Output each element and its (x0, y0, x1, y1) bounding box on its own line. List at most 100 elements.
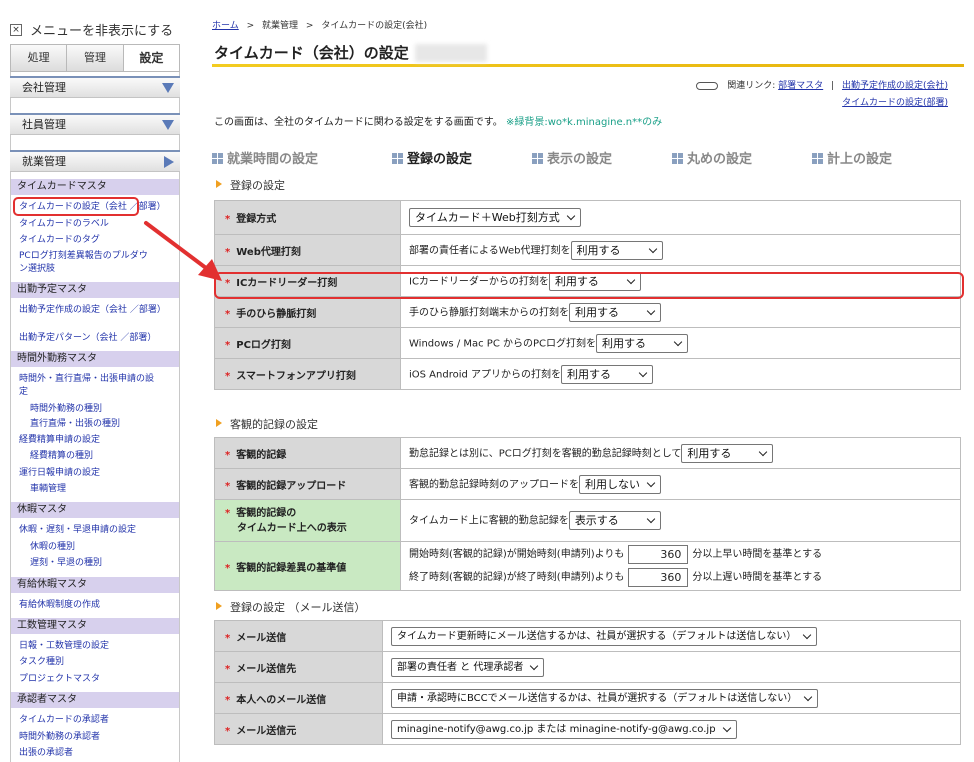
section-registration: 登録の設定 (216, 177, 285, 193)
link-task-type[interactable]: タスク種別 (19, 656, 64, 668)
row-description: 勤怠記録とは別に、PCログ打刻を客観的勤怠記録時刻として (409, 448, 682, 459)
grid-icon (672, 153, 683, 164)
tab-rounding[interactable]: 丸めの設定 (672, 148, 752, 167)
tab-settings[interactable]: 設定 (123, 45, 179, 71)
link-late-type[interactable]: 遅刻・早退の種別 (30, 557, 102, 569)
ic-card-highlight-box (214, 272, 964, 299)
mail-table: * メール送信 タイムカード更新時にメール送信するかは、社員が選択する（デフォルト… (214, 620, 961, 745)
hide-menu-toggle[interactable]: × メニューを非表示にする (10, 20, 173, 39)
link-dept-master[interactable]: 部署マスタ (778, 81, 823, 91)
chevron-right-icon (164, 156, 174, 168)
sidebar-highlight-box (13, 197, 139, 216)
sidebar-section-company[interactable]: 会社管理 (10, 76, 180, 98)
breadcrumb-home[interactable]: ホーム (212, 21, 239, 31)
tab-label: 登録の設定 (407, 152, 473, 167)
tab-work-hours[interactable]: 就業時間の設定 (212, 148, 318, 167)
grid-icon (812, 153, 823, 164)
table-row: * メール送信元 minagine-notify@awg.co.jp または mi… (214, 713, 961, 745)
hide-menu-label: メニューを非表示にする (30, 24, 174, 39)
mail-send-select[interactable]: タイムカード更新時にメール送信するかは、社員が選択する（デフォルトは送信しない） (391, 626, 818, 646)
link-expense-type[interactable]: 経費精算の種別 (30, 450, 93, 462)
row-value: 客観的勤怠記録時刻のアップロードを 利用しない (400, 468, 961, 500)
annotation-arrow-icon (144, 221, 222, 281)
objective-upload-select[interactable]: 利用しない (579, 474, 661, 494)
link-pclog-pulldown-cont[interactable]: ン選択肢 (19, 263, 55, 275)
page-title: タイムカード（会社）の設定 (214, 44, 409, 62)
link-trip-approver[interactable]: 出張の承認者 (19, 747, 73, 759)
link-overtime-type[interactable]: 時間外勤務の種別 (30, 403, 102, 415)
row-description: Windows / Mac PC からのPCログ打刻を (409, 338, 597, 349)
link-leave-type[interactable]: 休暇の種別 (30, 541, 75, 553)
mail-recipient-select[interactable]: 部署の責任者 と 代理承認者 (391, 657, 545, 677)
row-label-text: 登録方式 (236, 214, 277, 225)
row-value: 申請・承認時にBCCでメール送信するかは、社員が選択する（デフォルトは送信しない… (382, 682, 961, 714)
table-row: * Web代理打刻 部署の責任者によるWeb代理打刻を 利用する (214, 234, 961, 266)
grid-icon (392, 153, 403, 164)
link-vehicle[interactable]: 車輌管理 (30, 483, 66, 495)
tab-process[interactable]: 処理 (11, 45, 68, 71)
diff-start-input[interactable]: 360 (628, 544, 689, 564)
link-paid-system[interactable]: 有給休暇制度の作成 (19, 599, 100, 611)
tab-accounting[interactable]: 計上の設定 (812, 148, 892, 167)
group-approver-master: 承認者マスタ (11, 692, 179, 708)
self-mail-select[interactable]: 申請・承認時にBCCでメール送信するかは、社員が選択する（デフォルトは送信しない… (391, 688, 819, 708)
diff-start-text: 開始時刻(客観的記録)が開始時刻(申請列)よりも (409, 549, 625, 560)
row-value: 開始時刻(客観的記録)が開始時刻(申請列)よりも 360 分以上早い時間を基準とする… (400, 541, 961, 591)
table-row: * 手のひら静脈打刻 手のひら静脈打刻端末からの打刻を 利用する (214, 296, 961, 328)
link-ot-approver[interactable]: 時間外勤務の承認者 (19, 731, 100, 743)
row-label: * メール送信先 (214, 651, 383, 683)
link-overtime-setting[interactable]: 時間外・直行直帰・出張申請の設 (19, 373, 154, 385)
link-project-master[interactable]: プロジェクトマスタ (19, 673, 100, 685)
link-timecard-tag[interactable]: タイムカードのタグ (19, 234, 100, 246)
web-proxy-select[interactable]: 利用する (570, 240, 663, 260)
row-label: * Web代理打刻 (214, 234, 401, 266)
link-pclog-pulldown[interactable]: PCログ打刻差異報告のプルダウ (19, 250, 148, 262)
triangle-icon (216, 602, 222, 610)
link-schedule-setting[interactable]: 出勤予定作成の設定（会社 ／部署） (19, 304, 166, 316)
row-description: 客観的勤怠記録時刻のアップロードを (409, 479, 579, 490)
sidebar-section-label: 社員管理 (22, 118, 66, 131)
table-row: * PCログ打刻 Windows / Mac PC からのPCログ打刻を 利用する (214, 327, 961, 359)
mail-sender-select[interactable]: minagine-notify@awg.co.jp または minagine-n… (391, 719, 737, 739)
required-mark: * (225, 480, 231, 492)
row-label: * 客観的記録差異の基準値 (214, 541, 401, 591)
link-timecard-label[interactable]: タイムカードのラベル (19, 218, 109, 230)
link-direct-type[interactable]: 直行直帰・出張の種別 (30, 418, 120, 430)
row-label-text: スマートフォンアプリ打刻 (236, 370, 356, 382)
objective-display-select[interactable]: 表示する (568, 511, 661, 530)
objective-record-select[interactable]: 利用する (681, 443, 774, 463)
tab-manage[interactable]: 管理 (67, 45, 124, 71)
main-content: ホーム > 就業管理 > タイムカードの設定(会社) タイムカード（会社）の設定… (202, 0, 974, 762)
row-label-text: 客観的記録差異の基準値 (236, 562, 347, 574)
link-timecard-dept[interactable]: タイムカードの設定(部署) (842, 98, 948, 108)
table-row: * 客観的記録アップロード 客観的勤怠記録時刻のアップロードを 利用しない (214, 468, 961, 500)
table-row: * 客観的記録差異の基準値 開始時刻(客観的記録)が開始時刻(申請列)よりも 360… (214, 541, 961, 591)
palm-vein-select[interactable]: 利用する (569, 302, 661, 322)
diff-end-input[interactable]: 360 (628, 567, 689, 587)
intro-description: この画面は、全社のタイムカードに関わる設定をする画面です。 (214, 117, 503, 128)
redacted-company-name (415, 44, 487, 62)
smartphone-select[interactable]: 利用する (561, 364, 654, 384)
objective-table: * 客観的記録 勤怠記録とは別に、PCログ打刻を客観的勤怠記録時刻として 利用する … (214, 437, 961, 591)
link-overtime-setting-cont[interactable]: 定 (19, 386, 28, 398)
row-label-text: 本人へのメール送信 (236, 694, 327, 706)
link-schedule-company[interactable]: 出勤予定作成の設定(会社) (842, 81, 948, 91)
link-daily-setting[interactable]: 日報・工数管理の設定 (19, 640, 109, 652)
link-tc-approver[interactable]: タイムカードの承認者 (19, 714, 109, 726)
sidebar-section-employee[interactable]: 社員管理 (10, 113, 180, 135)
link-expense-setting[interactable]: 経費精算申請の設定 (19, 434, 100, 446)
row-label-text: 客観的記録アップロード (236, 480, 347, 492)
breadcrumb-attendance: 就業管理 (262, 21, 299, 31)
required-mark: * (225, 694, 231, 706)
registration-method-select[interactable]: タイムカード＋Web打刻方式 (409, 208, 581, 227)
row-value: 部署の責任者 と 代理承認者 (382, 651, 961, 683)
row-label-text: メール送信先 (236, 663, 297, 675)
sidebar-section-attendance[interactable]: 就業管理 (10, 150, 180, 172)
tab-display[interactable]: 表示の設定 (532, 148, 612, 167)
pc-log-select[interactable]: 利用する (596, 333, 689, 353)
link-leave-setting[interactable]: 休暇・遅刻・早退申請の設定 (19, 524, 136, 536)
table-row: * スマートフォンアプリ打刻 iOS Android アプリからの打刻を 利用する (214, 358, 961, 390)
tab-registration[interactable]: 登録の設定 (392, 148, 472, 167)
link-drive-setting[interactable]: 運行日報申請の設定 (19, 467, 100, 479)
link-schedule-pattern[interactable]: 出勤予定パターン（会社 ／部署） (19, 332, 156, 344)
